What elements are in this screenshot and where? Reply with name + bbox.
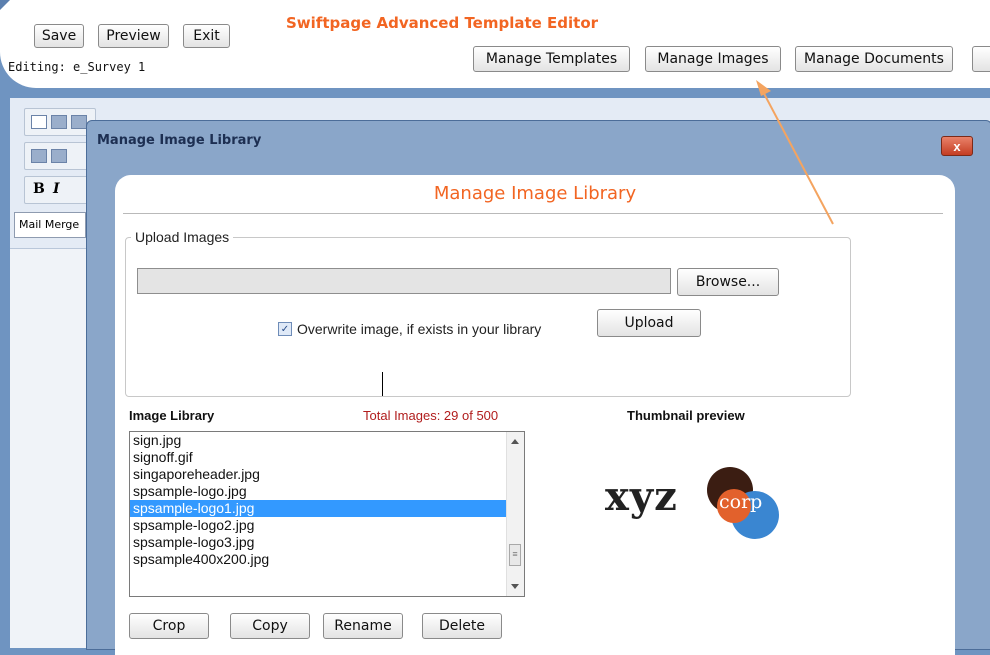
- close-button[interactable]: x: [941, 136, 973, 156]
- upload-button[interactable]: Upload: [597, 309, 701, 337]
- manage-image-library-dialog: Manage Image Library x Manage Image Libr…: [86, 120, 990, 655]
- upload-fieldset: [125, 237, 851, 397]
- dialog-title: Manage Image Library: [97, 133, 262, 148]
- browse-button[interactable]: Browse...: [677, 268, 779, 296]
- header-corner: [0, 0, 10, 10]
- crop-button[interactable]: Crop: [129, 613, 209, 639]
- save-button[interactable]: Save: [34, 24, 84, 48]
- manage-templates-button[interactable]: Manage Templates: [473, 46, 630, 72]
- spellcheck-icon[interactable]: [71, 115, 87, 129]
- rename-button[interactable]: Rename: [323, 613, 403, 639]
- table-icon[interactable]: [31, 149, 47, 163]
- overwrite-row: ✓ Overwrite image, if exists in your lib…: [278, 321, 541, 337]
- app-title: Swiftpage Advanced Template Editor: [286, 14, 599, 32]
- close-icon: x: [953, 138, 961, 154]
- image-library-label: Image Library: [129, 408, 215, 423]
- overwrite-label: Overwrite image, if exists in your libra…: [297, 321, 542, 337]
- list-item[interactable]: sign.jpg: [130, 432, 524, 449]
- exit-button[interactable]: Exit: [183, 24, 230, 48]
- total-images-count: Total Images: 29 of 500: [363, 408, 499, 423]
- manage-documents-button[interactable]: Manage Documents: [795, 46, 953, 72]
- scroll-up-icon[interactable]: [511, 439, 519, 444]
- thumbnail-preview-image: xyz corp: [605, 451, 805, 561]
- list-item[interactable]: spsample-logo3.jpg: [130, 534, 524, 551]
- manage-images-button[interactable]: Manage Images: [645, 46, 781, 72]
- file-path-input[interactable]: [137, 268, 671, 294]
- scroll-down-icon[interactable]: [511, 584, 519, 589]
- list-item[interactable]: spsample400x200.jpg: [130, 551, 524, 568]
- editing-label: Editing: e_Survey 1: [8, 60, 146, 74]
- list-item-selected[interactable]: spsample-logo1.jpg: [130, 500, 524, 517]
- list-item[interactable]: spsample-logo2.jpg: [130, 517, 524, 534]
- thumbnail-preview-label: Thumbnail preview: [627, 408, 745, 423]
- heading-divider: [123, 213, 943, 214]
- panel-heading: Manage Image Library: [433, 183, 637, 204]
- copy-button[interactable]: Copy: [230, 613, 310, 639]
- logo-text-sub: corp: [719, 491, 763, 513]
- list-scrollbar[interactable]: ≡: [506, 432, 524, 596]
- list-item[interactable]: singaporeheader.jpg: [130, 466, 524, 483]
- dialog-panel: Manage Image Library Upload Images Brows…: [115, 175, 955, 655]
- list-item[interactable]: spsample-logo.jpg: [130, 483, 524, 500]
- insert-row-icon[interactable]: [51, 149, 67, 163]
- overwrite-checkbox[interactable]: ✓: [278, 322, 292, 336]
- bold-icon[interactable]: B: [33, 181, 45, 197]
- print-icon[interactable]: [51, 115, 67, 129]
- list-item[interactable]: signoff.gif: [130, 449, 524, 466]
- preview-button[interactable]: Preview: [98, 24, 169, 48]
- upload-legend: Upload Images: [131, 229, 234, 245]
- text-cursor: [382, 372, 383, 396]
- scroll-thumb[interactable]: ≡: [509, 544, 521, 566]
- delete-button[interactable]: Delete: [422, 613, 502, 639]
- new-document-icon[interactable]: [31, 115, 47, 129]
- image-library-list[interactable]: sign.jpg signoff.gif singaporeheader.jpg…: [129, 431, 525, 597]
- italic-icon[interactable]: I: [53, 181, 60, 197]
- help-button[interactable]: [972, 46, 990, 72]
- header-bar: Save Preview Exit Swiftpage Advanced Tem…: [0, 0, 990, 88]
- logo-text-main: xyz: [605, 473, 678, 520]
- mail-merge-select[interactable]: Mail Merge: [14, 212, 86, 238]
